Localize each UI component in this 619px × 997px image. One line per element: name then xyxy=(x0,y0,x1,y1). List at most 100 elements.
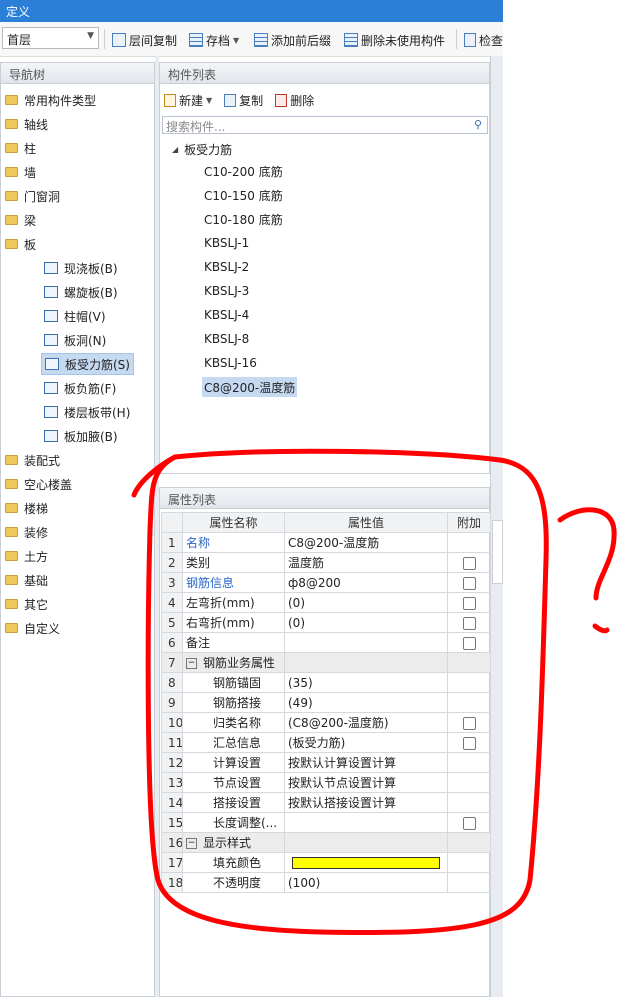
component-item[interactable]: KBSLJ-2 xyxy=(202,257,251,277)
table-row[interactable]: 12 计算设置 按默认计算设置计算 xyxy=(161,752,491,773)
floor-select-value: 首层 xyxy=(7,33,32,47)
property-value[interactable]: (100) xyxy=(284,872,448,893)
col-name-header: 属性名称 xyxy=(182,512,285,533)
new-component-button[interactable]: 新建 ▼ xyxy=(164,92,212,109)
component-item[interactable]: C10-180 底筋 xyxy=(202,209,285,229)
floor-select[interactable]: 首层 ▼ xyxy=(2,27,99,49)
nav-item[interactable]: 土方 xyxy=(5,547,48,565)
table-row[interactable]: 2 类别 温度筋 xyxy=(161,552,491,573)
property-value[interactable]: (0) xyxy=(284,592,448,613)
nav-item[interactable]: 梁 xyxy=(5,211,36,229)
nav-item[interactable]: 板 xyxy=(5,235,36,253)
nav-item[interactable]: 空心楼盖 xyxy=(5,475,72,493)
property-group-name: 钢筋业务属性 xyxy=(203,656,276,670)
extra-checkbox[interactable] xyxy=(462,636,476,650)
nav-item[interactable]: 门窗洞 xyxy=(5,187,60,205)
table-row[interactable]: 6 备注 xyxy=(161,632,491,653)
component-tree-root[interactable]: ◢ 板受力筋 xyxy=(172,141,232,158)
component-item[interactable]: C10-200 底筋 xyxy=(202,161,285,181)
component-item-label: C10-200 底筋 xyxy=(204,164,283,179)
extra-checkbox[interactable] xyxy=(462,716,476,730)
nav-item[interactable]: 柱 xyxy=(5,139,36,157)
extra-checkbox[interactable] xyxy=(462,616,476,630)
property-value[interactable]: ф8@200 xyxy=(284,572,448,593)
property-value[interactable]: (C8@200-温度筋) xyxy=(284,712,448,733)
copy-between-floors-button[interactable]: 层间复制 xyxy=(112,31,177,49)
component-item[interactable]: KBSLJ-16 xyxy=(202,353,259,373)
nav-sub-item[interactable]: 板加腋(B) xyxy=(41,426,121,446)
table-row[interactable]: 3 钢筋信息 ф8@200 xyxy=(161,572,491,593)
table-row[interactable]: 8 钢筋锚固 (35) xyxy=(161,672,491,693)
delete-unused-button[interactable]: 删除未使用构件 xyxy=(344,31,445,49)
nav-item[interactable]: 常用构件类型 xyxy=(5,91,96,109)
extra-checkbox[interactable] xyxy=(462,596,476,610)
table-row[interactable]: 18 不透明度 (100) xyxy=(161,872,491,893)
nav-sub-item[interactable]: 板负筋(F) xyxy=(41,378,119,398)
nav-sub-item-selected[interactable]: 板受力筋(S) xyxy=(41,353,134,375)
nav-item-label: 空心楼盖 xyxy=(24,477,73,492)
component-item[interactable]: KBSLJ-3 xyxy=(202,281,251,301)
component-search-input[interactable]: 搜索构件... ⚲ xyxy=(162,116,488,134)
table-group-row[interactable]: 16− 显示样式 xyxy=(161,832,491,853)
property-value[interactable]: 按默认计算设置计算 xyxy=(284,752,448,773)
nav-sub-item[interactable]: 螺旋板(B) xyxy=(41,282,121,302)
component-item[interactable]: KBSLJ-1 xyxy=(202,233,251,253)
table-row[interactable]: 9 钢筋搭接 (49) xyxy=(161,692,491,713)
nav-item[interactable]: 装修 xyxy=(5,523,48,541)
component-item[interactable]: KBSLJ-4 xyxy=(202,305,251,325)
component-item-selected[interactable]: C8@200-温度筋 xyxy=(202,377,298,397)
property-value[interactable]: (板受力筋) xyxy=(284,732,448,753)
nav-item-label: 墙 xyxy=(24,165,37,180)
component-item[interactable]: C10-150 底筋 xyxy=(202,185,285,205)
nav-item[interactable]: 基础 xyxy=(5,571,48,589)
col-value-header: 属性值 xyxy=(284,512,448,533)
nav-item[interactable]: 楼梯 xyxy=(5,499,48,517)
collapse-icon[interactable]: − xyxy=(186,838,197,849)
collapse-icon[interactable]: − xyxy=(186,658,197,669)
spiral-slab-icon xyxy=(44,286,58,298)
table-row[interactable]: 4 左弯折(mm) (0) xyxy=(161,592,491,613)
extra-checkbox[interactable] xyxy=(462,736,476,750)
nav-sub-item[interactable]: 柱帽(V) xyxy=(41,306,109,326)
nav-item-label: 门窗洞 xyxy=(24,189,61,204)
save-archive-button[interactable]: 存档 ▼ xyxy=(189,31,239,49)
nav-sub-item[interactable]: 现浇板(B) xyxy=(41,258,121,278)
property-value[interactable] xyxy=(284,812,448,833)
property-value[interactable]: 按默认节点设置计算 xyxy=(284,772,448,793)
property-value[interactable]: 按默认搭接设置计算 xyxy=(284,792,448,813)
table-group-row[interactable]: 7− 钢筋业务属性 xyxy=(161,652,491,673)
table-row[interactable]: 13 节点设置 按默认节点设置计算 xyxy=(161,772,491,793)
property-value[interactable]: 温度筋 xyxy=(284,552,448,573)
nav-sub-item[interactable]: 板洞(N) xyxy=(41,330,109,350)
property-value[interactable]: (49) xyxy=(284,692,448,713)
nav-item[interactable]: 轴线 xyxy=(5,115,48,133)
nav-sub-item[interactable]: 楼层板带(H) xyxy=(41,402,133,422)
property-value[interactable]: (35) xyxy=(284,672,448,693)
collapse-triangle-icon: ◢ xyxy=(172,145,179,154)
table-row[interactable]: 15 长度调整(... xyxy=(161,812,491,833)
table-row[interactable]: 17 填充颜色 xyxy=(161,852,491,873)
add-prefix-suffix-button[interactable]: 添加前后缀 xyxy=(254,31,331,49)
fill-color-swatch[interactable] xyxy=(292,857,440,869)
table-row[interactable]: 1 名称 C8@200-温度筋 xyxy=(161,532,491,553)
nav-item-label: 基础 xyxy=(24,573,49,588)
table-row[interactable]: 10 归类名称 (C8@200-温度筋) xyxy=(161,712,491,733)
nav-item[interactable]: 自定义 xyxy=(5,619,60,637)
extra-checkbox[interactable] xyxy=(462,576,476,590)
nav-item[interactable]: 墙 xyxy=(5,163,36,181)
check-button[interactable]: 检查 xyxy=(464,31,503,49)
component-item[interactable]: KBSLJ-8 xyxy=(202,329,251,349)
copy-component-button[interactable]: 复制 xyxy=(224,92,263,109)
extra-checkbox[interactable] xyxy=(462,816,476,830)
property-value[interactable]: (0) xyxy=(284,612,448,633)
nav-item[interactable]: 其它 xyxy=(5,595,48,613)
table-row[interactable]: 5 右弯折(mm) (0) xyxy=(161,612,491,633)
property-value[interactable]: C8@200-温度筋 xyxy=(284,532,448,553)
fill-color-cell[interactable] xyxy=(284,852,448,873)
table-row[interactable]: 14 搭接设置 按默认搭接设置计算 xyxy=(161,792,491,813)
property-value[interactable] xyxy=(284,632,448,653)
table-row[interactable]: 11 汇总信息 (板受力筋) xyxy=(161,732,491,753)
nav-item[interactable]: 装配式 xyxy=(5,451,60,469)
delete-component-button[interactable]: 删除 xyxy=(275,92,314,109)
extra-checkbox[interactable] xyxy=(462,556,476,570)
